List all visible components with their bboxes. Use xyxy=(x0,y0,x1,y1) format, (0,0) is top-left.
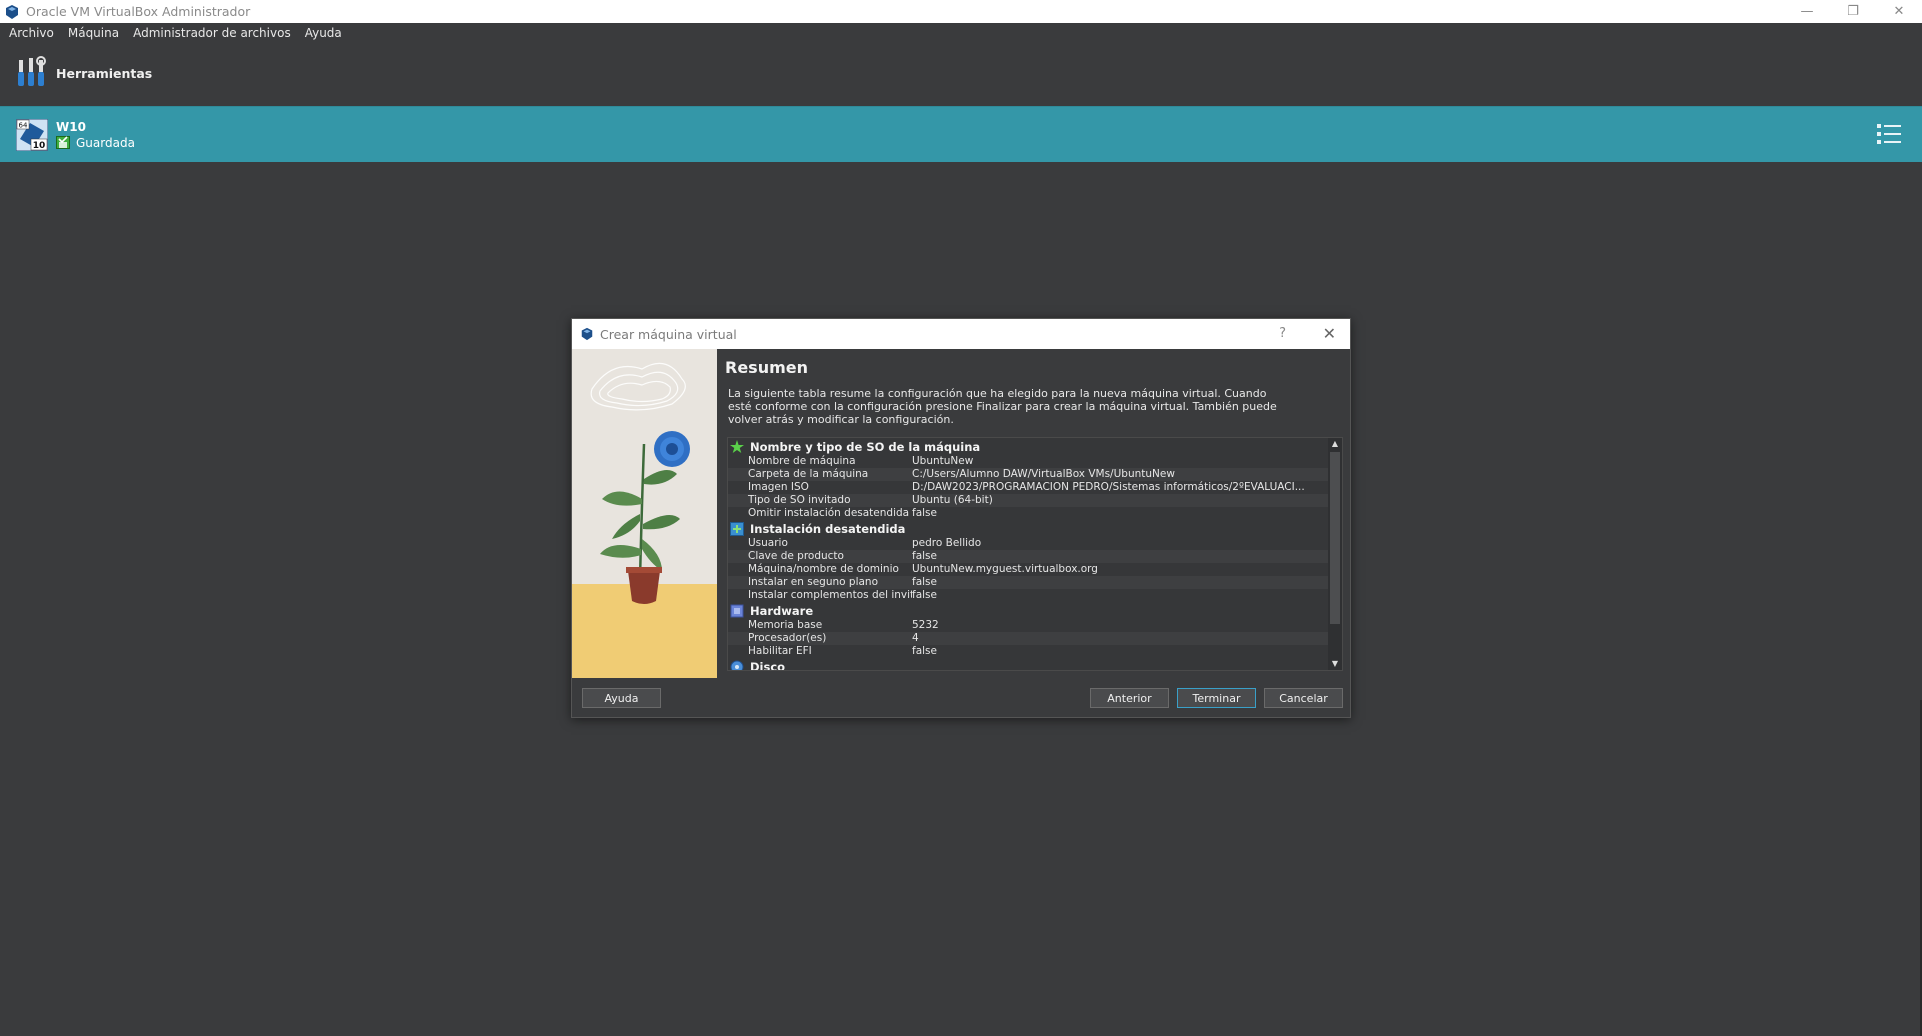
cancel-button[interactable]: Cancelar xyxy=(1264,688,1343,708)
table-row: Máquina/nombre de dominio UbuntuNew.mygue… xyxy=(728,563,1328,576)
table-row: Instalar complementos del invitadofalse xyxy=(728,589,1328,602)
menu-ayuda[interactable]: Ayuda xyxy=(305,26,342,40)
disk-icon xyxy=(730,660,744,670)
section-title: Disco xyxy=(750,659,786,671)
summary-heading: Resumen xyxy=(725,358,808,377)
row-value: 5232 xyxy=(912,619,939,631)
vm-list-item[interactable]: 64 10 W10 Guardada xyxy=(0,106,1922,162)
row-value: false xyxy=(912,576,937,588)
virtualbox-logo-icon xyxy=(581,327,593,341)
vm-details-menu-icon[interactable] xyxy=(1876,121,1902,147)
row-key: Instalar en seguno plano xyxy=(748,576,878,588)
table-row: Usuario pedro Bellido xyxy=(728,537,1328,550)
table-row: Nombre de máquina UbuntuNew xyxy=(728,455,1328,468)
os-badge-top: 64 xyxy=(19,121,28,129)
vm-name: W10 xyxy=(56,119,86,134)
section-unattended: Instalación desatendida xyxy=(728,520,1328,537)
row-key: Habilitar EFI xyxy=(748,645,812,657)
row-value: C:/Users/Alumno DAW/VirtualBox VMs/Ubunt… xyxy=(912,468,1175,480)
scroll-up-arrow-icon[interactable]: ▲ xyxy=(1328,438,1342,450)
row-key: Imagen ISO xyxy=(748,481,809,493)
virtualbox-logo-icon xyxy=(6,4,18,19)
menu-maquina[interactable]: Máquina xyxy=(68,26,119,40)
row-value: false xyxy=(912,645,937,657)
os-badge-bottom: 10 xyxy=(33,141,46,151)
row-key: Usuario xyxy=(748,537,788,549)
summary-description: La siguiente tabla resume la configuraci… xyxy=(728,387,1277,426)
tools-item[interactable]: Herramientas xyxy=(0,48,1922,98)
row-value: UbuntuNew xyxy=(912,455,974,467)
table-row: Tipo de SO invitado Ubuntu (64-bit) xyxy=(728,494,1328,507)
unattended-install-icon xyxy=(730,521,744,536)
row-value: UbuntuNew.myguest.virtualbox.org xyxy=(912,563,1098,575)
row-key: Omitir instalación desatendida xyxy=(748,507,910,519)
dialog-footer: Ayuda Anterior Terminar Cancelar xyxy=(572,678,1350,718)
menu-bar: Archivo Máquina Administrador de archivo… xyxy=(0,23,1922,43)
help-button[interactable]: Ayuda xyxy=(582,688,661,708)
restore-button[interactable]: ❐ xyxy=(1830,0,1876,23)
scrollbar-thumb[interactable] xyxy=(1330,452,1340,624)
row-key: Tipo de SO invitado xyxy=(748,494,851,506)
row-value: Ubuntu (64-bit) xyxy=(912,494,993,506)
tools-label: Herramientas xyxy=(56,65,153,81)
section-title: Hardware xyxy=(750,603,814,618)
row-value: false xyxy=(912,589,937,601)
dialog-help-icon[interactable]: ? xyxy=(1279,326,1286,341)
dialog-title-bar: Crear máquina virtual ? ✕ xyxy=(572,319,1350,349)
menu-archivo[interactable]: Archivo xyxy=(9,26,54,40)
window-title-bar: Oracle VM VirtualBox Administrador — ❐ ✕ xyxy=(0,0,1922,23)
row-value: false xyxy=(912,550,937,562)
window-title: Oracle VM VirtualBox Administrador xyxy=(26,4,251,19)
previous-button[interactable]: Anterior xyxy=(1090,688,1169,708)
vm-state-label: Guardada xyxy=(76,135,135,150)
row-key: Procesador(es) xyxy=(748,632,827,644)
table-row: Instalar en seguno plano false xyxy=(728,576,1328,589)
table-row: Procesador(es) 4 xyxy=(728,632,1328,645)
row-value: D:/DAW2023/PROGRAMACION PEDRO/Sistemas i… xyxy=(912,481,1305,493)
row-key: Memoria base xyxy=(748,619,823,631)
table-row: Memoria base 5232 xyxy=(728,619,1328,632)
flower-pot-illustration xyxy=(572,349,717,678)
section-rows: Nombre de máquina UbuntuNew Carpeta de la… xyxy=(728,455,1328,520)
windows10-64-os-icon: 64 10 xyxy=(16,118,48,151)
section-rows: Memoria base 5232 Procesador(es) 4 Habilit… xyxy=(728,619,1328,658)
menu-administrador-archivos[interactable]: Administrador de archivos xyxy=(133,26,291,40)
scroll-down-arrow-icon[interactable]: ▼ xyxy=(1328,658,1342,670)
hardware-icon xyxy=(730,604,744,617)
row-key: Instalar complementos del invitado xyxy=(748,589,912,601)
section-rows: Usuario pedro Bellido Clave de producto fa… xyxy=(728,537,1328,602)
dialog-title: Crear máquina virtual xyxy=(600,326,737,342)
finish-button[interactable]: Terminar xyxy=(1177,688,1256,708)
section-disk: Disco xyxy=(728,658,1328,671)
table-row: Omitir instalación desatendida false xyxy=(728,507,1328,520)
star-icon xyxy=(730,439,744,453)
table-row: Imagen ISO D:/DAW2023/PROGRAMACION PEDRO/… xyxy=(728,481,1328,494)
row-key: Carpeta de la máquina xyxy=(748,468,869,480)
table-row: Habilitar EFI false xyxy=(728,645,1328,658)
tools-icon xyxy=(18,56,46,86)
table-row: Clave de producto false xyxy=(728,550,1328,563)
section-name-os: Nombre y tipo de SO de la máquina xyxy=(728,438,1328,455)
row-key: Clave de producto xyxy=(748,550,844,562)
section-title: Instalación desatendida xyxy=(750,521,906,536)
row-key: Nombre de máquina xyxy=(748,455,856,467)
row-value: false xyxy=(912,507,937,519)
close-window-button[interactable]: ✕ xyxy=(1876,0,1922,23)
section-title: Nombre y tipo de SO de la máquina xyxy=(750,439,981,454)
dialog-close-button[interactable]: ✕ xyxy=(1323,324,1336,343)
row-value: pedro Bellido xyxy=(912,537,982,549)
row-key: Máquina/nombre de dominio xyxy=(748,563,899,575)
create-vm-dialog: Crear máquina virtual ? ✕ Resumen La sig… xyxy=(571,318,1351,718)
section-hardware: Hardware xyxy=(728,602,1328,619)
table-row: Carpeta de la máquina C:/Users/Alumno DAW… xyxy=(728,468,1328,481)
summary-table[interactable]: Nombre y tipo de SO de la máquina Nombre… xyxy=(727,437,1343,671)
saved-state-icon xyxy=(56,136,70,149)
minimize-button[interactable]: — xyxy=(1784,0,1830,23)
summary-scrollbar[interactable]: ▲ ▼ xyxy=(1328,438,1342,670)
wizard-illustration xyxy=(572,349,717,678)
row-value: 4 xyxy=(912,632,919,644)
